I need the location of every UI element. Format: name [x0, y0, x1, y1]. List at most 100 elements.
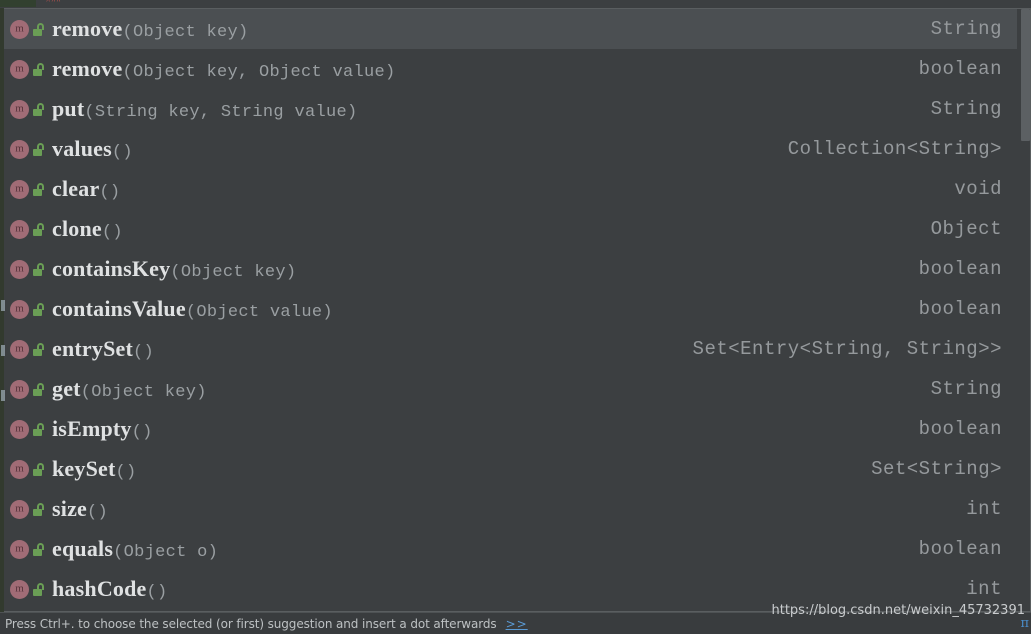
- completion-item[interactable]: get(Object key) String: [4, 369, 1018, 409]
- completion-item-return-type: Object: [930, 218, 1002, 240]
- public-unlocked-icon: [33, 540, 45, 559]
- completion-item-params: (Object key): [170, 263, 297, 282]
- completion-item-name: entrySet: [52, 336, 134, 361]
- completion-item-signature: isEmpty(): [52, 416, 919, 442]
- completion-item-name: remove: [52, 16, 123, 41]
- completion-item-return-type: int: [966, 498, 1002, 520]
- completion-item[interactable]: entrySet()Set<Entry<String, String>>: [4, 329, 1018, 369]
- public-unlocked-icon: [33, 300, 45, 319]
- completion-item-name: get: [52, 376, 81, 401]
- method-icon: [10, 59, 29, 79]
- completion-item-return-type: String: [930, 18, 1002, 40]
- popup-scrollbar-track[interactable]: [1017, 9, 1030, 611]
- completion-item[interactable]: clear()void: [4, 169, 1018, 209]
- public-unlocked-icon: [33, 260, 45, 279]
- public-unlocked-icon: [33, 460, 45, 479]
- method-icon: [10, 539, 29, 559]
- completion-item-name: equals: [52, 536, 114, 561]
- completion-item-signature: entrySet(): [52, 336, 693, 362]
- hint-text: Press Ctrl+. to choose the selected (or …: [5, 616, 497, 631]
- caret-mark: [1, 390, 5, 401]
- completion-item-return-type: int: [966, 578, 1002, 600]
- completion-item-name: clear: [52, 176, 100, 201]
- public-unlocked-icon: [33, 380, 45, 399]
- method-icon: [10, 419, 29, 439]
- completion-item-params: (Object key, Object value): [122, 63, 396, 82]
- watermark-pi-icon: π: [1020, 616, 1029, 631]
- caret-mark: [1, 300, 5, 311]
- completion-item-signature: equals(Object o): [52, 536, 919, 562]
- popup-scrollbar-thumb[interactable]: [1021, 9, 1030, 141]
- completion-item-signature: hashCode(): [52, 576, 966, 602]
- method-icon: [10, 19, 29, 39]
- public-unlocked-icon: [33, 580, 45, 599]
- completion-item[interactable]: clone()Object: [4, 209, 1018, 249]
- completion-item-params: (): [99, 183, 121, 202]
- completion-item-return-type: boolean: [918, 418, 1002, 440]
- code-completion-popup[interactable]: remove(Object key)Stringremove(Object ke…: [4, 8, 1031, 612]
- completion-item-name: keySet: [52, 456, 116, 481]
- completion-item-name: isEmpty: [52, 416, 132, 441]
- completion-item-params: (): [115, 463, 137, 482]
- completion-item-name: put: [52, 96, 85, 121]
- completion-item-name: hashCode: [52, 576, 147, 601]
- method-icon: [10, 579, 29, 599]
- completion-item-signature: keySet(): [52, 456, 871, 482]
- completion-item-params: (String key, String value): [84, 103, 358, 122]
- method-icon: [10, 219, 29, 239]
- completion-item[interactable]: equals(Object o)boolean: [4, 529, 1018, 569]
- completion-item-signature: put(String key, String value): [52, 96, 931, 122]
- editor-backdrop: ^^^: [0, 0, 1031, 8]
- completion-item-params: (Object key): [80, 383, 207, 402]
- public-unlocked-icon: [33, 340, 45, 359]
- completion-item-params: (Object key): [122, 23, 249, 42]
- caret-mark: [1, 345, 5, 356]
- completion-item-name: clone: [52, 216, 102, 241]
- completion-item-params: (Object o): [113, 543, 219, 562]
- method-icon: [10, 459, 29, 479]
- completion-item-return-type: Set<Entry<String, String>>: [692, 338, 1002, 360]
- completion-item-return-type: boolean: [918, 58, 1002, 80]
- editor-selection-highlight: [0, 0, 36, 7]
- completion-item-return-type: boolean: [918, 538, 1002, 560]
- screen: ^^^ remove(Object key)Stringremove(Objec…: [0, 0, 1031, 634]
- completion-item[interactable]: containsKey(Object key)boolean: [4, 249, 1018, 289]
- completion-item-return-type: String: [930, 98, 1002, 120]
- completion-item-signature: clone(): [52, 216, 931, 242]
- completion-item[interactable]: remove(Object key)String: [4, 9, 1018, 49]
- completion-item[interactable]: size()int: [4, 489, 1018, 529]
- public-unlocked-icon: [33, 100, 45, 119]
- completion-item-return-type: Collection<String>: [787, 138, 1002, 160]
- completion-item-signature: containsKey(Object key): [52, 256, 919, 282]
- completion-item-signature: size(): [52, 496, 966, 522]
- completion-item-name: containsKey: [52, 256, 171, 281]
- hint-more-link[interactable]: >>: [506, 617, 528, 631]
- completion-item-signature: remove(Object key, Object value): [52, 56, 919, 82]
- completion-item-params: (): [87, 503, 109, 522]
- completion-item-params: (): [133, 343, 155, 362]
- public-unlocked-icon: [33, 60, 45, 79]
- completion-item-return-type: Set<String>: [871, 458, 1002, 480]
- completion-item[interactable]: values() Collection<String>: [4, 129, 1018, 169]
- completion-item[interactable]: isEmpty()boolean: [4, 409, 1018, 449]
- watermark-url: https://blog.csdn.net/weixin_45732391: [771, 603, 1025, 618]
- completion-item[interactable]: remove(Object key, Object value)boolean: [4, 49, 1018, 89]
- completion-item-return-type: String: [930, 378, 1002, 400]
- method-icon: [10, 379, 29, 399]
- completion-item-name: remove: [52, 56, 123, 81]
- completion-item-params: (): [146, 583, 168, 602]
- method-icon: [10, 499, 29, 519]
- completion-item-return-type: boolean: [918, 258, 1002, 280]
- completion-item-params: (): [111, 143, 133, 162]
- completion-item[interactable]: put(String key, String value)String: [4, 89, 1018, 129]
- method-icon: [10, 179, 29, 199]
- completion-item[interactable]: keySet()Set<String>: [4, 449, 1018, 489]
- public-unlocked-icon: [33, 420, 45, 439]
- completion-list[interactable]: remove(Object key)Stringremove(Object ke…: [4, 9, 1018, 611]
- completion-item-params: (): [101, 223, 123, 242]
- completion-item[interactable]: containsValue(Object value)boolean: [4, 289, 1018, 329]
- method-icon: [10, 99, 29, 119]
- completion-item-signature: remove(Object key): [52, 16, 931, 42]
- completion-item-name: values: [52, 136, 112, 161]
- method-icon: [10, 299, 29, 319]
